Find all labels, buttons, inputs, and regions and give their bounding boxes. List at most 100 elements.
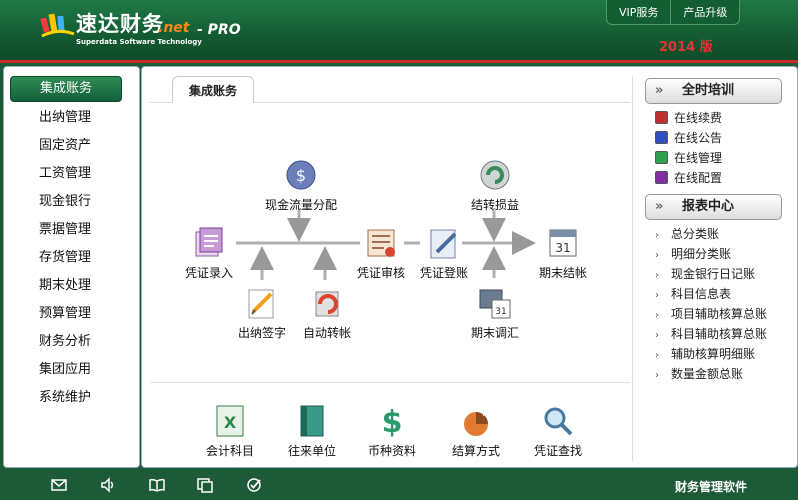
sidebar-item-inventory[interactable]: 存货管理 <box>10 246 120 270</box>
period-close-label: 期末结帐 <box>538 266 587 280</box>
book-icon <box>655 111 668 124</box>
report-item-project-aux[interactable]: › 项目辅助核算总账 <box>655 305 767 323</box>
svg-text:31: 31 <box>555 241 570 255</box>
calendar-icon: 31 <box>549 229 577 257</box>
training-item-manage[interactable]: 在线管理 <box>655 149 722 167</box>
arrow-right-icon: › <box>655 230 659 241</box>
shortcut-settlement[interactable]: # 结算方式 <box>446 402 506 459</box>
training-item-notice[interactable]: 在线公告 <box>655 129 722 147</box>
arrow-right-icon: › <box>655 330 659 341</box>
logo-pro: - PRO <box>197 22 241 38</box>
sidebar-item-maintenance[interactable]: 系统维护 <box>10 386 120 410</box>
voucher-audit-node[interactable]: 凭证审核 <box>353 224 409 281</box>
voucher-entry-node[interactable]: 凭证录入 <box>180 224 238 281</box>
magnifier-icon <box>544 407 573 436</box>
vip-service-tab[interactable]: VIP服务 <box>607 0 670 24</box>
edition-label: 2014 版 <box>659 40 713 55</box>
report-item-cash-journal[interactable]: › 现金银行日记账 <box>655 265 755 283</box>
period-close-node[interactable]: 31 期末结帐 <box>532 224 594 281</box>
shortcut-accounts-label: 会计科目 <box>205 444 254 458</box>
shortcut-divider <box>150 382 630 383</box>
logo-subtitle: Superdata Software Technology <box>76 38 202 46</box>
report-item-aux-detail[interactable]: › 辅助核算明细账 <box>655 345 755 363</box>
check-icon[interactable] <box>245 476 263 494</box>
logo-net: .net <box>158 20 190 36</box>
shortcut-currency[interactable]: $ 币种资料 <box>364 402 420 459</box>
training-item-renew[interactable]: 在线续费 <box>655 109 722 127</box>
logo-text: 速达财务 <box>76 12 164 36</box>
voucher-post-label: 凭证登账 <box>419 266 468 280</box>
cashflow-allocation-label: 现金流量分配 <box>264 198 337 212</box>
book-icon <box>655 131 668 144</box>
sidebar-item-payroll[interactable]: 工资管理 <box>10 162 120 186</box>
cashier-sign-icon <box>248 289 274 319</box>
arrow-right-icon: › <box>655 310 659 321</box>
svg-text:#: # <box>481 408 489 419</box>
dollar-icon: $ <box>382 405 403 440</box>
spreadsheet-icon: X <box>216 405 244 437</box>
logo-icon <box>40 13 75 38</box>
shortcut-accounts[interactable]: X 会计科目 <box>202 402 258 459</box>
arrow-right-icon: › <box>655 270 659 281</box>
auto-transfer-node[interactable]: 自动转帐 <box>298 284 356 341</box>
header-divider <box>0 60 798 63</box>
shortcut-partners[interactable]: 往来单位 <box>284 402 340 459</box>
report-item-general-ledger[interactable]: › 总分类账 <box>655 225 719 243</box>
speaker-icon[interactable] <box>99 476 117 494</box>
period-adjust-icon: 31 <box>479 289 511 319</box>
voucher-post-icon <box>430 229 457 259</box>
reports-header[interactable]: » 报表中心 <box>645 194 782 220</box>
training-item-config[interactable]: 在线配置 <box>655 169 722 187</box>
report-item-quantity-amount[interactable]: › 数量金额总账 <box>655 365 743 383</box>
book-icon[interactable] <box>148 476 166 494</box>
voucher-post-node[interactable]: 凭证登账 <box>416 224 472 281</box>
cashflow-allocation-node[interactable]: $ 现金流量分配 <box>262 156 340 213</box>
svg-text:$: $ <box>296 166 306 185</box>
pie-icon: # <box>464 408 489 436</box>
svg-text:31: 31 <box>495 307 506 317</box>
panel-divider <box>632 76 633 461</box>
footer-product-name: 财务管理软件 <box>675 480 748 494</box>
sidebar-item-analysis[interactable]: 财务分析 <box>10 330 120 354</box>
sidebar-item-budget[interactable]: 预算管理 <box>10 302 120 326</box>
shortcut-partners-label: 往来单位 <box>287 444 336 458</box>
carry-profit-icon <box>480 160 510 190</box>
svg-text:$: $ <box>382 405 403 440</box>
sidebar-item-fixed-assets[interactable]: 固定资产 <box>10 134 120 158</box>
sidebar-item-integrated-accounts[interactable]: 集成账务 <box>10 76 122 102</box>
sidebar-item-bills[interactable]: 票据管理 <box>10 218 120 242</box>
shortcut-voucher-search-label: 凭证查找 <box>533 444 582 458</box>
tab-integrated-accounts[interactable]: 集成账务 <box>172 76 254 103</box>
sidebar-item-period-end[interactable]: 期末处理 <box>10 274 120 298</box>
mail-icon[interactable] <box>50 476 68 494</box>
window-icon[interactable] <box>196 476 214 494</box>
shortcut-voucher-search[interactable]: 凭证查找 <box>528 402 588 459</box>
arrow-right-icon: › <box>655 350 659 361</box>
shortcut-currency-label: 币种资料 <box>367 444 416 458</box>
report-item-detail-ledger[interactable]: › 明细分类账 <box>655 245 731 263</box>
cashier-sign-node[interactable]: 出纳签字 <box>233 284 291 341</box>
auto-transfer-icon <box>315 291 339 317</box>
binder-icon <box>300 405 324 437</box>
auto-transfer-label: 自动转帐 <box>302 326 351 340</box>
period-adjust-label: 期末调汇 <box>470 326 519 340</box>
voucher-entry-icon <box>195 227 223 257</box>
training-header[interactable]: » 全时培训 <box>645 78 782 104</box>
sidebar-item-cashier[interactable]: 出纳管理 <box>10 106 120 130</box>
sidebar-item-cash-bank[interactable]: 现金银行 <box>10 190 120 214</box>
sidebar-item-group[interactable]: 集团应用 <box>10 358 120 382</box>
voucher-entry-label: 凭证录入 <box>184 266 233 280</box>
arrow-right-icon: › <box>655 290 659 301</box>
arrow-right-icon: › <box>655 370 659 381</box>
cashier-sign-label: 出纳签字 <box>237 326 286 340</box>
period-adjust-node[interactable]: 31 期末调汇 <box>466 284 524 341</box>
arrow-right-icon: › <box>655 250 659 261</box>
carry-profit-node[interactable]: 结转损益 <box>466 156 524 213</box>
product-upgrade-tab[interactable]: 产品升级 <box>670 0 739 24</box>
report-item-account-aux[interactable]: › 科目辅助核算总账 <box>655 325 767 343</box>
report-item-account-info[interactable]: › 科目信息表 <box>655 285 731 303</box>
svg-text:X: X <box>224 413 237 432</box>
top-tabs: VIP服务 产品升级 <box>606 0 741 25</box>
voucher-audit-icon <box>367 229 395 257</box>
voucher-audit-label: 凭证审核 <box>356 266 405 280</box>
